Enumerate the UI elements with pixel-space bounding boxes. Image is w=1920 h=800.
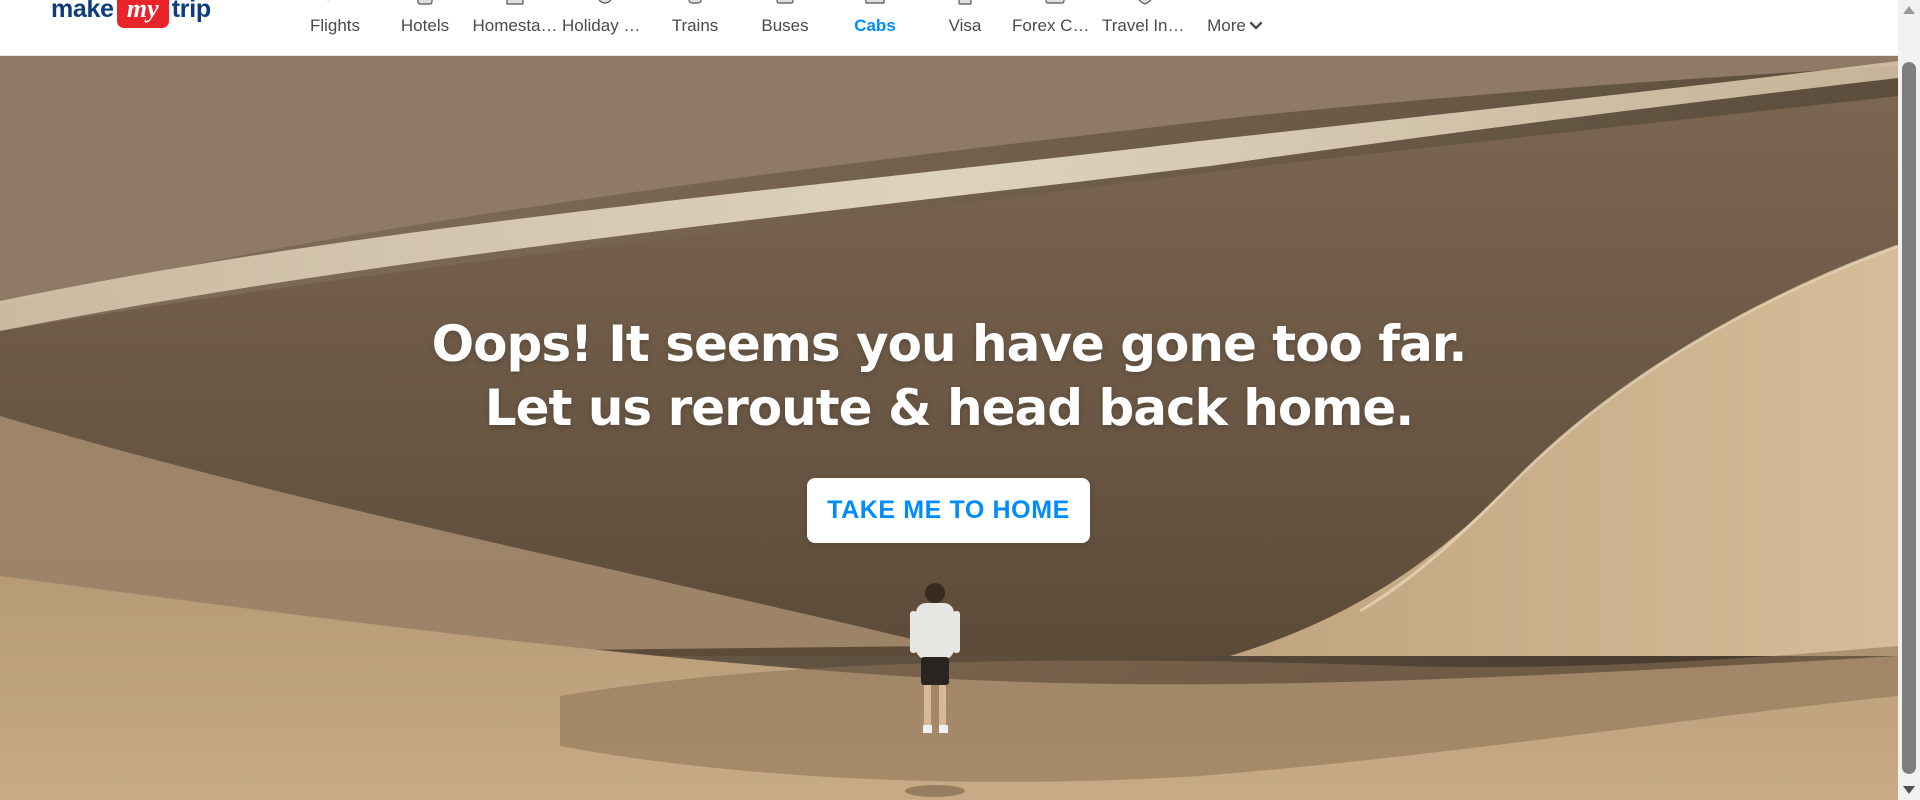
scrollbar-thumb[interactable]	[1902, 62, 1916, 774]
nav-item-visa[interactable]: Visa	[920, 0, 1010, 56]
holiday-package-icon	[598, 0, 612, 4]
logo-my-badge: my	[116, 0, 169, 28]
nav-label-hotels: Hotels	[400, 16, 450, 35]
nav-more-dropdown[interactable]: More	[1190, 0, 1280, 56]
nav-item-cabs[interactable]: Cabs	[830, 0, 920, 56]
headline-line-1: Oops! It seems you have gone too far.	[431, 315, 1468, 373]
main-nav: Flights Hotels Homesta… Holiday P… Train…	[290, 0, 1280, 56]
error-headline: Oops! It seems you have gone too far. Le…	[0, 312, 1898, 440]
top-header: make my trip Flights Hotels Homesta… Hol…	[0, 0, 1898, 56]
flight-icon	[327, 0, 330, 1]
nav-label-homestays: Homesta…	[472, 16, 558, 35]
chevron-down-icon	[1249, 21, 1263, 30]
nav-label-visa: Visa	[948, 16, 982, 35]
nav-item-homestays[interactable]: Homesta…	[470, 0, 560, 56]
scroll-up-icon[interactable]	[1903, 6, 1915, 14]
nav-item-trains[interactable]: Trains	[650, 0, 740, 56]
take-me-home-button[interactable]: TAKE ME TO HOME	[807, 478, 1090, 543]
vertical-scrollbar[interactable]	[1898, 0, 1920, 800]
cab-icon	[865, 0, 885, 4]
nav-more-label: More	[1207, 16, 1246, 35]
logo-make-text: make	[51, 0, 114, 23]
nav-label-holiday-packages: Holiday P…	[562, 16, 650, 35]
error-hero: Oops! It seems you have gone too far. Le…	[0, 56, 1898, 800]
nav-label-trains: Trains	[671, 16, 719, 35]
bus-icon	[776, 0, 794, 4]
train-icon	[688, 0, 702, 4]
homestay-icon	[506, 0, 524, 5]
nav-item-forex-card[interactable]: Forex Ca…	[1010, 0, 1100, 56]
hotel-icon	[417, 0, 433, 5]
headline-line-2: Let us reroute & head back home.	[484, 379, 1414, 437]
nav-label-flights: Flights	[309, 16, 361, 35]
forex-card-icon	[1045, 0, 1065, 4]
nav-label-travel-insurance: Travel Ins…	[1102, 16, 1190, 35]
makemytrip-logo[interactable]: make my trip	[51, 0, 211, 28]
nav-item-travel-insurance[interactable]: Travel Ins…	[1100, 0, 1190, 56]
scroll-down-icon[interactable]	[1903, 786, 1915, 794]
nav-item-hotels[interactable]: Hotels	[380, 0, 470, 56]
nav-item-buses[interactable]: Buses	[740, 0, 830, 56]
nav-item-holiday-packages[interactable]: Holiday P…	[560, 0, 650, 56]
nav-label-buses: Buses	[761, 16, 809, 35]
nav-label-forex-card: Forex Ca…	[1012, 16, 1099, 35]
visa-icon	[958, 0, 972, 5]
nav-item-flights[interactable]: Flights	[290, 0, 380, 56]
logo-trip-text: trip	[171, 0, 211, 23]
travel-insurance-icon	[1138, 0, 1152, 5]
nav-label-cabs: Cabs	[854, 16, 896, 35]
